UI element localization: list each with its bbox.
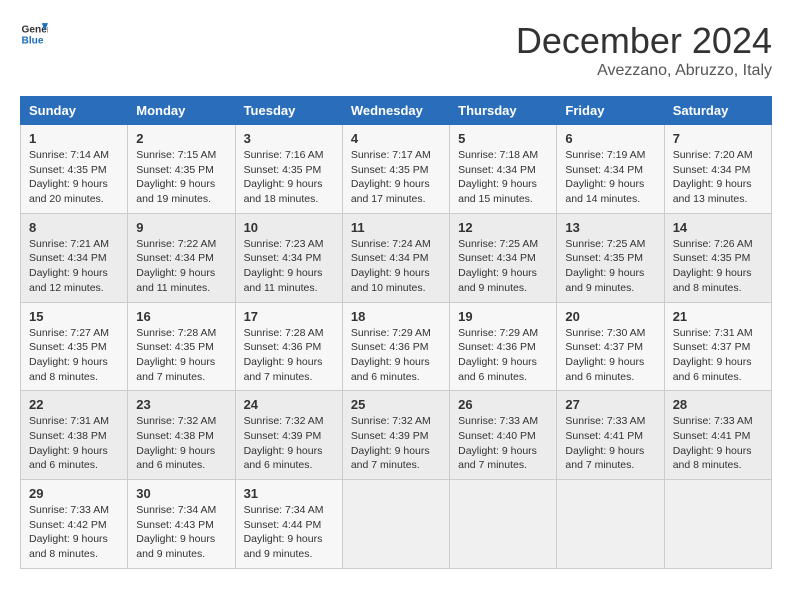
table-row: 29 Sunrise: 7:33 AMSunset: 4:42 PMDaylig… bbox=[21, 480, 128, 569]
table-row: 22 Sunrise: 7:31 AMSunset: 4:38 PMDaylig… bbox=[21, 391, 128, 480]
table-row: 28 Sunrise: 7:33 AMSunset: 4:41 PMDaylig… bbox=[664, 391, 771, 480]
table-row: 20 Sunrise: 7:30 AMSunset: 4:37 PMDaylig… bbox=[557, 302, 664, 391]
table-row: 1 Sunrise: 7:14 AMSunset: 4:35 PMDayligh… bbox=[21, 125, 128, 214]
table-row: 6 Sunrise: 7:19 AMSunset: 4:34 PMDayligh… bbox=[557, 125, 664, 214]
table-row: 9 Sunrise: 7:22 AMSunset: 4:34 PMDayligh… bbox=[128, 213, 235, 302]
col-saturday: Saturday bbox=[664, 97, 771, 125]
table-row: 18 Sunrise: 7:29 AMSunset: 4:36 PMDaylig… bbox=[342, 302, 449, 391]
table-row: 10 Sunrise: 7:23 AMSunset: 4:34 PMDaylig… bbox=[235, 213, 342, 302]
table-row: 26 Sunrise: 7:33 AMSunset: 4:40 PMDaylig… bbox=[450, 391, 557, 480]
table-row: 25 Sunrise: 7:32 AMSunset: 4:39 PMDaylig… bbox=[342, 391, 449, 480]
table-row: 21 Sunrise: 7:31 AMSunset: 4:37 PMDaylig… bbox=[664, 302, 771, 391]
col-tuesday: Tuesday bbox=[235, 97, 342, 125]
col-thursday: Thursday bbox=[450, 97, 557, 125]
table-row: 16 Sunrise: 7:28 AMSunset: 4:35 PMDaylig… bbox=[128, 302, 235, 391]
table-row: 3 Sunrise: 7:16 AMSunset: 4:35 PMDayligh… bbox=[235, 125, 342, 214]
table-row: 8 Sunrise: 7:21 AMSunset: 4:34 PMDayligh… bbox=[21, 213, 128, 302]
table-row bbox=[664, 480, 771, 569]
table-row: 30 Sunrise: 7:34 AMSunset: 4:43 PMDaylig… bbox=[128, 480, 235, 569]
col-sunday: Sunday bbox=[21, 97, 128, 125]
table-row: 27 Sunrise: 7:33 AMSunset: 4:41 PMDaylig… bbox=[557, 391, 664, 480]
table-row: 5 Sunrise: 7:18 AMSunset: 4:34 PMDayligh… bbox=[450, 125, 557, 214]
logo: General Blue bbox=[20, 20, 48, 48]
calendar-week-row: 1 Sunrise: 7:14 AMSunset: 4:35 PMDayligh… bbox=[21, 125, 772, 214]
month-title: December 2024 bbox=[516, 20, 772, 62]
table-row: 7 Sunrise: 7:20 AMSunset: 4:34 PMDayligh… bbox=[664, 125, 771, 214]
calendar-week-row: 22 Sunrise: 7:31 AMSunset: 4:38 PMDaylig… bbox=[21, 391, 772, 480]
table-row: 14 Sunrise: 7:26 AMSunset: 4:35 PMDaylig… bbox=[664, 213, 771, 302]
table-row: 19 Sunrise: 7:29 AMSunset: 4:36 PMDaylig… bbox=[450, 302, 557, 391]
col-monday: Monday bbox=[128, 97, 235, 125]
logo-icon: General Blue bbox=[20, 20, 48, 48]
table-row: 23 Sunrise: 7:32 AMSunset: 4:38 PMDaylig… bbox=[128, 391, 235, 480]
col-wednesday: Wednesday bbox=[342, 97, 449, 125]
header: General Blue December 2024 Avezzano, Abr… bbox=[20, 20, 772, 80]
table-row: 2 Sunrise: 7:15 AMSunset: 4:35 PMDayligh… bbox=[128, 125, 235, 214]
table-row: 12 Sunrise: 7:25 AMSunset: 4:34 PMDaylig… bbox=[450, 213, 557, 302]
table-row: 31 Sunrise: 7:34 AMSunset: 4:44 PMDaylig… bbox=[235, 480, 342, 569]
svg-text:Blue: Blue bbox=[22, 35, 44, 46]
table-row bbox=[557, 480, 664, 569]
location-title: Avezzano, Abruzzo, Italy bbox=[516, 62, 772, 80]
table-row bbox=[342, 480, 449, 569]
table-row: 11 Sunrise: 7:24 AMSunset: 4:34 PMDaylig… bbox=[342, 213, 449, 302]
calendar-week-row: 29 Sunrise: 7:33 AMSunset: 4:42 PMDaylig… bbox=[21, 480, 772, 569]
calendar-header-row: Sunday Monday Tuesday Wednesday Thursday… bbox=[21, 97, 772, 125]
table-row bbox=[450, 480, 557, 569]
table-row: 15 Sunrise: 7:27 AMSunset: 4:35 PMDaylig… bbox=[21, 302, 128, 391]
table-row: 17 Sunrise: 7:28 AMSunset: 4:36 PMDaylig… bbox=[235, 302, 342, 391]
table-row: 13 Sunrise: 7:25 AMSunset: 4:35 PMDaylig… bbox=[557, 213, 664, 302]
title-area: December 2024 Avezzano, Abruzzo, Italy bbox=[516, 20, 772, 80]
table-row: 4 Sunrise: 7:17 AMSunset: 4:35 PMDayligh… bbox=[342, 125, 449, 214]
calendar-table: Sunday Monday Tuesday Wednesday Thursday… bbox=[20, 96, 772, 569]
col-friday: Friday bbox=[557, 97, 664, 125]
calendar-week-row: 8 Sunrise: 7:21 AMSunset: 4:34 PMDayligh… bbox=[21, 213, 772, 302]
calendar-week-row: 15 Sunrise: 7:27 AMSunset: 4:35 PMDaylig… bbox=[21, 302, 772, 391]
table-row: 24 Sunrise: 7:32 AMSunset: 4:39 PMDaylig… bbox=[235, 391, 342, 480]
